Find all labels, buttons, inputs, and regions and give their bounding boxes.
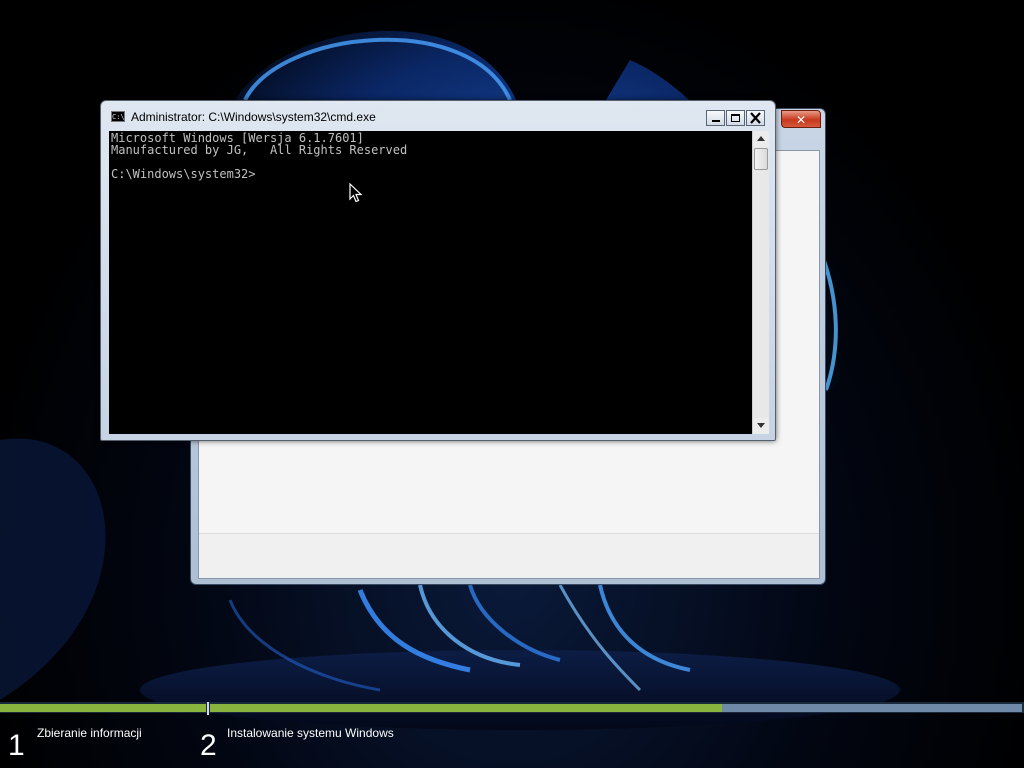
step-label: Instalowanie systemu Windows [227,726,394,740]
scroll-up-button[interactable] [753,131,769,147]
cmd-window[interactable]: C:\ Administrator: C:\Windows\system32\c… [100,100,776,441]
mouse-pointer-icon [349,183,363,203]
progress-step-2-fill [210,704,722,712]
progress-step-1-fill [0,704,206,712]
scroll-down-button[interactable] [753,418,769,434]
console-line: Manufactured by JG, All Rights Reserved [111,143,408,157]
setup-progress-bar [0,702,1024,715]
console-output[interactable]: Microsoft Windows [Wersja 6.1.7601] Manuf… [111,132,749,180]
progress-divider [207,702,209,715]
close-icon [750,112,761,124]
step-number: 2 [200,729,217,762]
cmd-titlebar[interactable]: C:\ Administrator: C:\Windows\system32\c… [107,108,769,128]
close-button[interactable] [746,110,765,126]
step-number: 1 [8,729,25,762]
vertical-scrollbar[interactable] [752,131,769,434]
console-prompt[interactable]: C:\Windows\system32> [111,168,749,180]
setup-close-button[interactable]: ✕ [781,110,821,128]
cmd-window-title: Administrator: C:\Windows\system32\cmd.e… [131,110,376,124]
cmd-app-icon[interactable]: C:\ [111,111,125,122]
maximize-button[interactable] [726,110,745,126]
cmd-console-area[interactable]: Microsoft Windows [Wersja 6.1.7601] Manuf… [109,131,769,434]
minimize-button[interactable] [706,110,725,126]
scrollbar-thumb[interactable] [754,148,768,170]
scroll-down-arrow-icon [757,423,765,428]
desktop-background: ✕ C:\ Administrator: C:\Windows\system32… [0,0,1024,768]
minimize-icon [712,120,720,122]
step-label: Zbieranie informacji [37,726,142,740]
setup-window-footer [199,533,819,578]
scroll-up-arrow-icon [757,136,765,141]
maximize-icon [731,114,740,122]
